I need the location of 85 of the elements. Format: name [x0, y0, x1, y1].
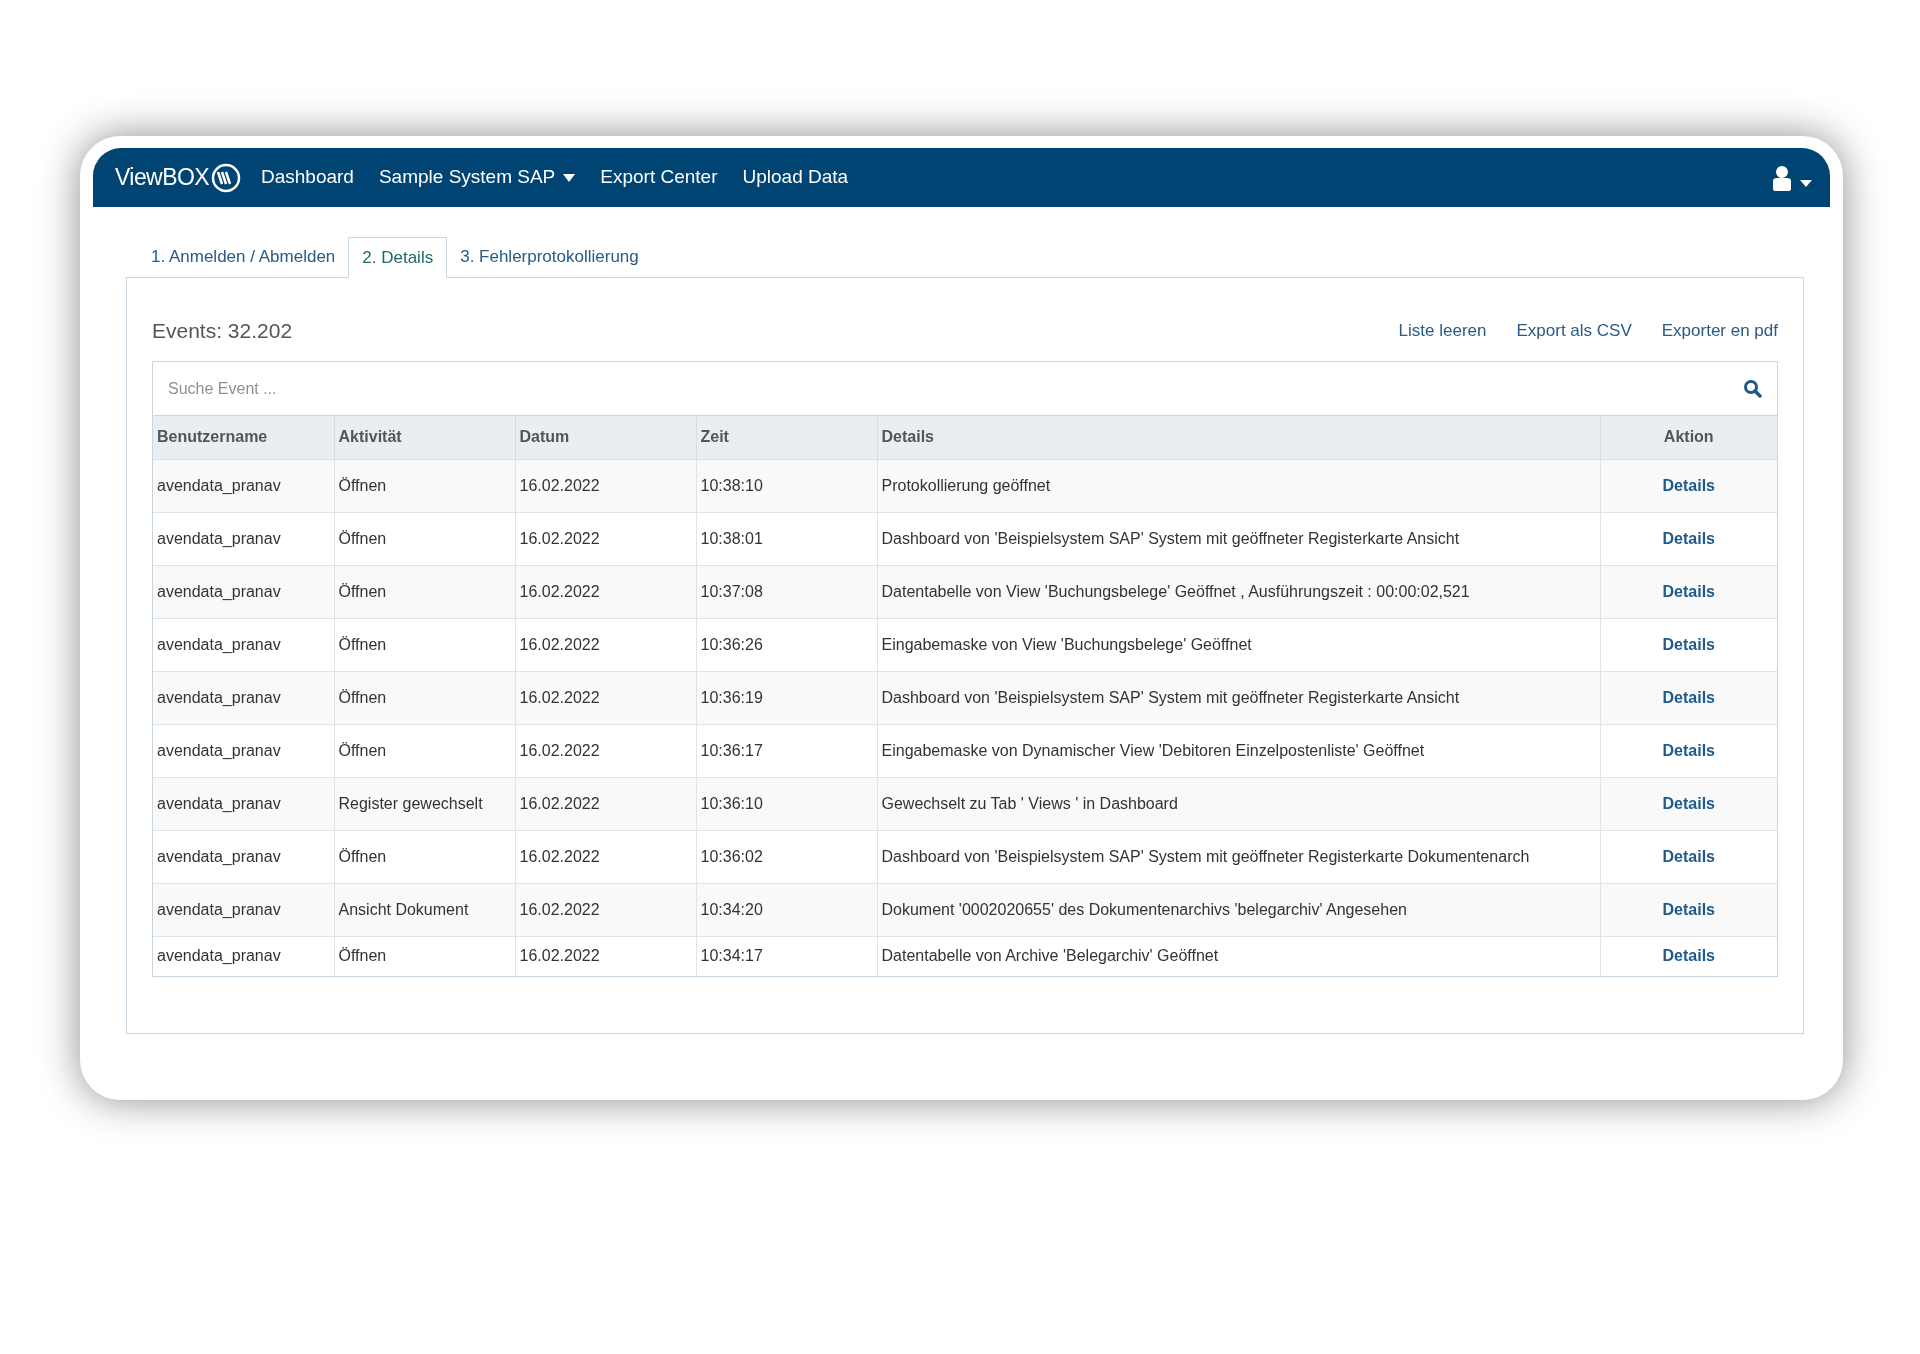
details-link[interactable]: Details — [1662, 582, 1715, 600]
details-link[interactable]: Details — [1662, 476, 1715, 494]
table-cell: 16.02.2022 — [519, 947, 600, 965]
action-link[interactable]: Exporter en pdf — [1661, 318, 1778, 344]
column-header: Aktion — [1600, 416, 1777, 459]
table-cell: 16.02.2022 — [519, 900, 600, 918]
tab[interactable]: 2. Details — [348, 237, 448, 278]
table-cell: avendata_pranav — [157, 947, 281, 965]
table-cell: Öffnen — [338, 741, 387, 759]
nav-link[interactable]: Sample System SAP — [378, 163, 576, 192]
details-link[interactable]: Details — [1662, 529, 1715, 547]
details-link[interactable]: Details — [1662, 741, 1715, 759]
table-cell: Gewechselt zu Tab ' Views ' in Dashboard — [881, 794, 1178, 812]
table-cell: 10:37:08 — [700, 582, 763, 600]
table-cell: 16.02.2022 — [519, 847, 600, 865]
details-link[interactable]: Details — [1662, 947, 1715, 965]
table-cell: Öffnen — [338, 688, 387, 706]
column-header: Aktivität — [334, 416, 515, 459]
nav-link[interactable]: Upload Data — [742, 163, 849, 192]
table-cell: 10:36:19 — [700, 688, 763, 706]
table-cell: avendata_pranav — [157, 476, 281, 494]
search-icon — [1743, 379, 1762, 398]
logo-text: ViewBOX — [115, 163, 209, 193]
column-header: Benutzername — [153, 416, 334, 459]
table-cell: 16.02.2022 — [519, 529, 600, 547]
table-cell: avendata_pranav — [157, 794, 281, 812]
table-cell: 10:36:02 — [700, 847, 763, 865]
caret-icon — [563, 173, 576, 182]
table-cell: 10:36:17 — [700, 741, 763, 759]
table-cell: avendata_pranav — [157, 847, 281, 865]
table-cell: avendata_pranav — [157, 635, 281, 653]
table-cell: 16.02.2022 — [519, 582, 600, 600]
table-cell: Datentabelle von Archive 'Belegarchiv' Geöffnet — [881, 947, 1219, 965]
column-header: Zeit — [696, 416, 877, 459]
nav-link[interactable]: Dashboard — [261, 163, 354, 192]
table-cell: avendata_pranav — [157, 688, 281, 706]
action-link[interactable]: Export als CSV — [1516, 318, 1632, 344]
events-count: Events: 32.202 — [152, 318, 293, 345]
table-cell: Öffnen — [338, 476, 387, 494]
table-cell: Ansicht Dokument — [338, 900, 469, 918]
table-cell: 16.02.2022 — [519, 476, 600, 494]
details-link[interactable]: Details — [1662, 635, 1715, 653]
table-cell: 16.02.2022 — [519, 688, 600, 706]
table-cell: Öffnen — [338, 635, 387, 653]
caret-icon — [1800, 179, 1812, 187]
search-field[interactable]: Suche Event ... — [153, 362, 1743, 415]
nav-link[interactable]: Export Center — [600, 163, 718, 192]
user-icon — [1772, 164, 1792, 191]
table-cell: Protokollierung geöffnet — [881, 476, 1051, 494]
table-cell: Register gewechselt — [338, 794, 483, 812]
details-link[interactable]: Details — [1662, 900, 1715, 918]
table-cell: avendata_pranav — [157, 900, 281, 918]
action-link[interactable]: Liste leeren — [1398, 318, 1487, 344]
user-menu-button[interactable] — [1772, 164, 1812, 191]
table-cell: Dashboard von 'Beispielsystem SAP' System mit geöffneter Registerkarte Dokumentenarch — [881, 847, 1530, 865]
table-cell: 10:36:26 — [700, 635, 763, 653]
table-cell: 10:38:10 — [700, 476, 763, 494]
table-cell: 16.02.2022 — [519, 794, 600, 812]
table-cell: 10:38:01 — [700, 529, 763, 547]
table-cell: Eingabemaske von Dynamischer View 'Debitoren Einzelpostenliste' Geöffnet — [881, 741, 1425, 759]
table-cell: Öffnen — [338, 847, 387, 865]
column-header: Datum — [515, 416, 696, 459]
details-link[interactable]: Details — [1662, 847, 1715, 865]
table-cell: Datentabelle von View 'Buchungsbelege' Geöffnet , Ausführungszeit : 00:00:02,521 — [881, 582, 1470, 600]
tab[interactable]: 3. Fehlerprotokollierung — [447, 236, 652, 277]
table-cell: Dashboard von 'Beispielsystem SAP' System mit geöffneter Registerkarte Ansicht — [881, 529, 1460, 547]
column-header: Details — [877, 416, 1600, 459]
table-cell: Dokument '0002020655' des Dokumentenarchivs 'belegarchiv' Angesehen — [881, 900, 1407, 918]
table-cell: Öffnen — [338, 582, 387, 600]
table-cell: avendata_pranav — [157, 741, 281, 759]
table-cell: 10:36:10 — [700, 794, 763, 812]
table-cell: 10:34:20 — [700, 900, 763, 918]
table-cell: avendata_pranav — [157, 582, 281, 600]
table-cell: avendata_pranav — [157, 529, 281, 547]
table-cell: Öffnen — [338, 529, 387, 547]
table-cell: 16.02.2022 — [519, 741, 600, 759]
table-cell: 16.02.2022 — [519, 635, 600, 653]
logo-icon — [211, 162, 241, 193]
details-link[interactable]: Details — [1662, 794, 1715, 812]
details-link[interactable]: Details — [1662, 688, 1715, 706]
tab[interactable]: 1. Anmelden / Abmelden — [138, 236, 349, 277]
table-cell: 10:34:17 — [700, 947, 763, 965]
table-cell: Eingabemaske von View 'Buchungsbelege' Geöffnet — [881, 635, 1252, 653]
table-cell: Dashboard von 'Beispielsystem SAP' System mit geöffneter Registerkarte Ansicht — [881, 688, 1460, 706]
table-cell: Öffnen — [338, 947, 387, 965]
